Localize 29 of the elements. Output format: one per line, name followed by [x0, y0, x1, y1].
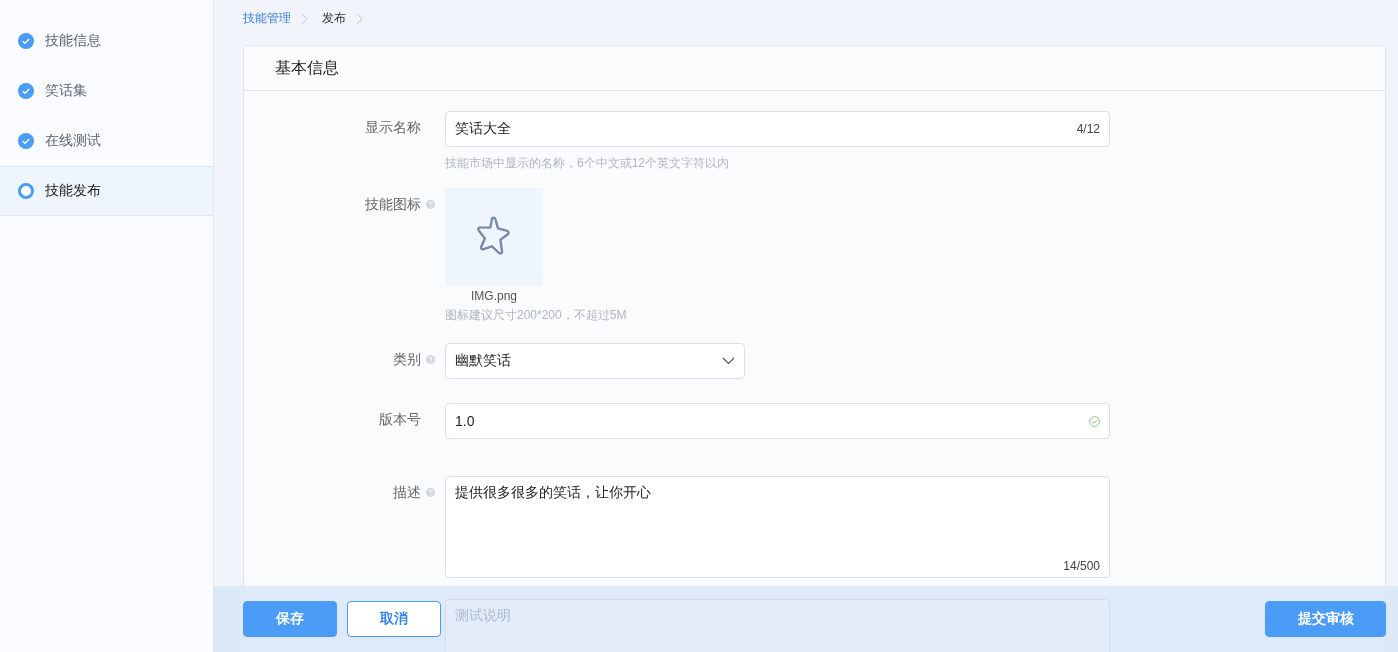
chevron-down-icon: [722, 357, 735, 365]
char-counter: 4/12: [1076, 122, 1100, 136]
field-label: 显示名称: [365, 119, 421, 137]
chevron-right-icon: [301, 12, 308, 25]
char-counter: 14/500: [1063, 559, 1100, 573]
step-item[interactable]: 在线测试: [0, 116, 213, 166]
breadcrumb-current: 发布: [322, 10, 346, 27]
step-item[interactable]: 技能信息: [0, 16, 213, 66]
file-name: IMG.png: [470, 289, 518, 303]
section-title: 基本信息: [275, 57, 339, 78]
step-item[interactable]: 笑话集: [0, 66, 213, 116]
help-icon[interactable]: [426, 200, 435, 209]
field-label: 技能图标: [365, 196, 421, 214]
help-icon[interactable]: [426, 488, 435, 497]
hint-text: 技能市场中显示的名称，6个中文或12个英文字符以内: [445, 155, 731, 172]
step-item[interactable]: 技能发布: [0, 166, 213, 216]
textarea-field[interactable]: 提供很多很多的笑话，让你开心 14/500: [445, 476, 1110, 578]
category-select[interactable]: 幽默笑话: [445, 343, 745, 379]
text-input[interactable]: 1.0: [445, 403, 1110, 439]
cancel-button[interactable]: 取消: [347, 601, 441, 637]
breadcrumb-link[interactable]: 技能管理: [243, 10, 291, 27]
text-input[interactable]: 笑话大全 4/12: [445, 111, 1110, 147]
field-label: 类别: [393, 351, 421, 369]
hint-text: 图标建议尺寸200*200，不超过5M: [445, 307, 628, 324]
chevron-right-icon: [356, 12, 363, 25]
help-icon[interactable]: [426, 355, 435, 364]
field-label: 描述: [393, 484, 421, 502]
icon-upload-thumbnail[interactable]: [445, 188, 543, 286]
field-label: 版本号: [379, 411, 421, 429]
